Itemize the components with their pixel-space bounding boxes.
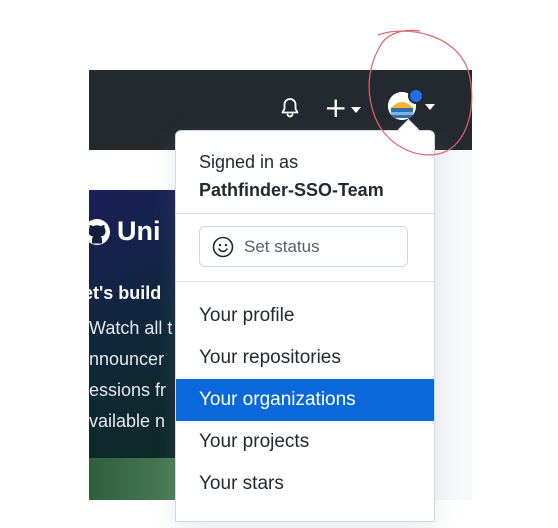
menu-item-your-repositories[interactable]: Your repositories	[176, 337, 434, 379]
menu-item-your-profile[interactable]: Your profile	[176, 295, 434, 337]
signed-in-label: Signed in as	[199, 152, 299, 172]
screenshot-stage: + Uni et's build Watch all t nnouncer es…	[0, 0, 558, 528]
menu-item-your-organizations[interactable]: Your organizations	[176, 379, 434, 421]
github-logo-icon	[89, 218, 110, 245]
signed-in-username[interactable]: Pathfinder-SSO-Team	[199, 176, 384, 204]
plus-icon: +	[324, 91, 348, 124]
user-dropdown-menu: Signed in as Pathfinder-SSO-Team Set sta…	[175, 130, 435, 522]
banner-line: vailable n	[89, 411, 166, 431]
create-new-button[interactable]: +	[324, 93, 368, 123]
signed-in-info: Signed in as Pathfinder-SSO-Team	[199, 148, 384, 204]
menu-divider	[176, 213, 434, 214]
bell-icon[interactable]	[278, 96, 302, 120]
menu-divider	[176, 281, 434, 282]
banner-line: nnouncer	[89, 349, 165, 369]
menu-item-your-stars[interactable]: Your stars	[176, 463, 434, 505]
banner-subtitle: et's build	[89, 283, 162, 303]
notification-dot	[408, 88, 424, 104]
banner-title-text: Uni	[117, 216, 161, 246]
promo-banner[interactable]: Uni et's build Watch all t nnouncer essi…	[89, 190, 177, 458]
chevron-down-icon	[351, 107, 362, 113]
user-menu-button[interactable]	[384, 88, 438, 124]
banner-title: Uni	[89, 216, 161, 247]
page-background	[432, 150, 472, 500]
set-status-button[interactable]: Set status	[199, 226, 408, 267]
chevron-down-icon	[425, 104, 435, 110]
smiley-icon	[212, 236, 234, 257]
menu-item-your-projects[interactable]: Your projects	[176, 421, 434, 463]
banner-line: essions fr	[89, 380, 167, 400]
banner-image-strip	[89, 458, 177, 500]
banner-line: Watch all t	[89, 318, 173, 338]
set-status-label: Set status	[244, 236, 320, 256]
